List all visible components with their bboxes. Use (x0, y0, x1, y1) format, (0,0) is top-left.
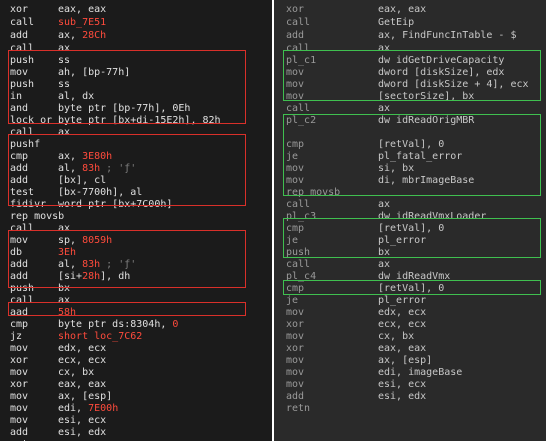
right-code-line: add ax, FindFuncInTable - $ (274, 29, 546, 42)
right-code-line: retn (274, 402, 546, 415)
instruction-mnemonic: call (286, 17, 311, 28)
instruction-operand: eax, eax (58, 4, 107, 15)
instruction-operand: sub_7E51 (58, 17, 107, 28)
instruction-mnemonic: xor (286, 4, 305, 15)
instruction-mnemonic: retn (286, 403, 311, 414)
right-code-line: xor eax, eax (274, 3, 546, 16)
instruction-operand: ax, 28Ch (58, 30, 107, 41)
left-code-line: xor eax, eax (0, 3, 272, 16)
right-code-line: call GetEip (274, 16, 546, 29)
instruction-mnemonic: add (286, 30, 305, 41)
left-code-line: call sub_7E51 (0, 16, 272, 29)
left-disassembly-pane: xor eax, eax call sub_7E51 add ax, 28Ch call ax… (0, 0, 272, 441)
instruction-mnemonic: xor (10, 4, 29, 15)
instruction-operand: ax, FindFuncInTable - $ (378, 30, 517, 41)
right-source-pane: xor eax, eax call GetEip add ax, FindFuncInTa… (274, 0, 546, 441)
instruction-mnemonic: add (10, 30, 29, 41)
instruction-operand: eax, eax (378, 4, 427, 15)
instruction-mnemonic: call (10, 17, 35, 28)
instruction-operand: GetEip (378, 17, 415, 28)
left-code-line: add ax, 28Ch (0, 29, 272, 42)
